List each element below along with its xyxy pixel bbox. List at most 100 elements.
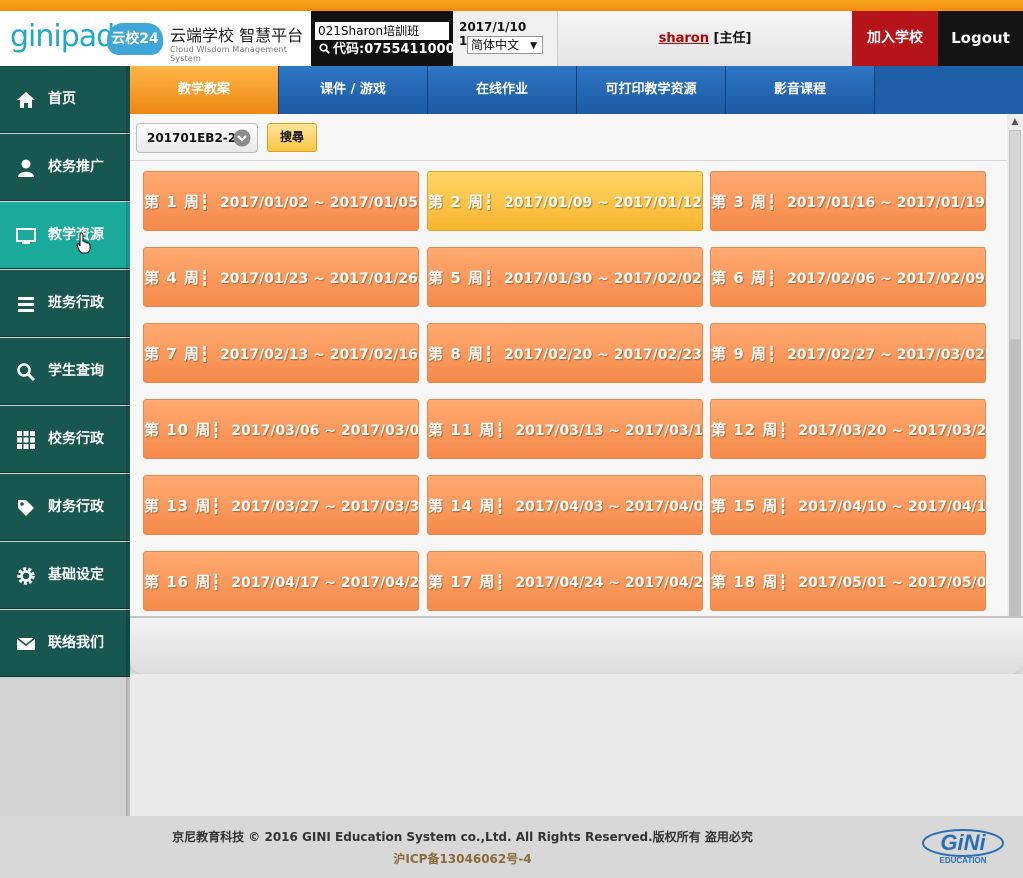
week-button[interactable]: 第 3 周┇ 2017/01/16 ~ 2017/01/19 xyxy=(710,171,986,231)
chevron-down-icon xyxy=(233,129,251,147)
scroll-up-arrow-icon[interactable]: ▲ xyxy=(1007,114,1023,130)
week-label: 第 17 周┇ xyxy=(428,573,506,591)
week-label: 第 5 周┇ xyxy=(428,269,495,287)
icp-record[interactable]: 沪ICP备13046062号-4 xyxy=(0,850,925,867)
week-label: 第 18 周┇ xyxy=(711,573,789,591)
week-button[interactable]: 第 6 周┇ 2017/02/06 ~ 2017/02/09 xyxy=(710,247,986,307)
week-date-range: 2017/04/24 ~ 2017/04/27 xyxy=(515,575,703,591)
week-date-range: 2017/04/03 ~ 2017/04/06 xyxy=(515,499,703,515)
sidebar-item-basic-settings[interactable]: 基础设定 xyxy=(0,542,130,609)
language-select[interactable]: 简体中文 ▼ xyxy=(467,36,543,54)
scroll-track-lower[interactable] xyxy=(1009,340,1021,616)
tab-video-courses[interactable]: 影音课程 xyxy=(726,66,875,114)
week-button[interactable]: 第 9 周┇ 2017/02/27 ~ 2017/03/02 xyxy=(710,323,986,383)
footer: 京尼教育科技 © 2016 GINI Education System co.,… xyxy=(0,816,1023,878)
class-name: 021Sharon培訓班 xyxy=(315,22,449,40)
class-filter-select[interactable]: 201701EB2-2 xyxy=(136,123,258,153)
cloud-badge-text: 云校24 xyxy=(111,31,159,47)
hand-cursor-icon xyxy=(76,232,91,254)
logo-area[interactable]: ginipad 云校24 云端学校 智慧平台 Cloud Wisdom Mana… xyxy=(0,11,311,66)
search-button[interactable]: 搜尋 xyxy=(267,123,317,152)
week-button[interactable]: 第 13 周┇ 2017/03/27 ~ 2017/03/30 xyxy=(143,475,419,535)
tab-courseware-games[interactable]: 课件 / 游戏 xyxy=(279,66,428,114)
week-button[interactable]: 第 10 周┇ 2017/03/06 ~ 2017/03/09 xyxy=(143,399,419,459)
week-label: 第 14 周┇ xyxy=(428,497,506,515)
tab-bar: 教学教案 课件 / 游戏 在线作业 可打印教学资源 影音课程 xyxy=(130,66,1023,114)
week-button[interactable]: 第 5 周┇ 2017/01/30 ~ 2017/02/02 xyxy=(427,247,703,307)
mail-icon xyxy=(16,637,36,650)
sidebar-item-label: 学生查询 xyxy=(48,363,104,379)
sidebar-item-label: 联络我们 xyxy=(48,635,104,651)
time-language-box: 2017/1/10 16:31 简体中文 ▼ xyxy=(453,11,558,66)
week-label: 第 6 周┇ xyxy=(711,269,778,287)
week-date-range: 2017/04/10 ~ 2017/04/13 xyxy=(798,499,986,515)
content-bottom-panel xyxy=(130,616,1023,674)
week-date-range: 2017/01/16 ~ 2017/01/19 xyxy=(787,195,985,211)
sidebar-item-home[interactable]: 首页 xyxy=(0,66,130,133)
class-info: 021Sharon培訓班 代码:0755411000 xyxy=(311,11,455,66)
week-button[interactable]: 第 18 周┇ 2017/05/01 ~ 2017/05/04 xyxy=(710,551,986,611)
gini-logo-sub: EDUCATION xyxy=(940,856,987,865)
scroll-thumb[interactable] xyxy=(1009,130,1021,340)
copyright-text: 京尼教育科技 © 2016 GINI Education System co.,… xyxy=(172,830,753,844)
user-name-link[interactable]: sharon xyxy=(659,31,709,46)
user-icon xyxy=(18,159,34,177)
week-date-range: 2017/01/30 ~ 2017/02/02 xyxy=(504,271,702,287)
scrollbar[interactable]: ▲ xyxy=(1007,114,1023,616)
week-date-range: 2017/01/09 ~ 2017/01/12 xyxy=(504,195,702,211)
week-date-range: 2017/02/13 ~ 2017/02/16 xyxy=(220,347,418,363)
monitor-icon xyxy=(16,228,36,244)
week-button[interactable]: 第 14 周┇ 2017/04/03 ~ 2017/04/06 xyxy=(427,475,703,535)
week-date-range: 2017/03/27 ~ 2017/03/30 xyxy=(231,499,419,515)
week-label: 第 13 周┇ xyxy=(144,497,222,515)
week-button[interactable]: 第 7 周┇ 2017/02/13 ~ 2017/02/16 xyxy=(143,323,419,383)
week-label: 第 10 周┇ xyxy=(144,421,222,439)
magnifier-icon xyxy=(319,43,330,54)
sidebar-item-contact[interactable]: 联络我们 xyxy=(0,610,130,677)
school-code-text: 代码:0755411000 xyxy=(333,42,455,57)
sidebar-item-student-search[interactable]: 学生查询 xyxy=(0,338,130,405)
week-date-range: 2017/02/06 ~ 2017/02/09 xyxy=(787,271,985,287)
week-button[interactable]: 第 16 周┇ 2017/04/17 ~ 2017/04/20 xyxy=(143,551,419,611)
sidebar-item-label: 校务推广 xyxy=(48,159,104,175)
header: ginipad 云校24 云端学校 智慧平台 Cloud Wisdom Mana… xyxy=(0,11,1023,66)
join-school-button[interactable]: 加入学校 xyxy=(852,11,938,66)
tab-lesson-plans[interactable]: 教学教案 xyxy=(130,66,279,114)
sidebar: 首页 校务推广 教学资源 班务行政 学生查询 校务行政 财务行政 基础设定 联络… xyxy=(0,66,130,816)
tab-printable-resources[interactable]: 可打印教学资源 xyxy=(577,66,726,114)
sidebar-item-label: 财务行政 xyxy=(48,499,104,515)
week-date-range: 2017/02/20 ~ 2017/02/23 xyxy=(504,347,702,363)
sidebar-item-teaching-resources[interactable]: 教学资源 xyxy=(0,202,130,269)
gini-logo-text: GiNi xyxy=(940,830,986,855)
sidebar-item-finance[interactable]: 财务行政 xyxy=(0,474,130,541)
logout-button[interactable]: Logout xyxy=(938,11,1023,66)
week-button[interactable]: 第 2 周┇ 2017/01/09 ~ 2017/01/12 xyxy=(427,171,703,231)
week-button[interactable]: 第 11 周┇ 2017/03/13 ~ 2017/03/16 xyxy=(427,399,703,459)
sidebar-item-label: 班务行政 xyxy=(48,295,104,311)
week-date-range: 2017/05/01 ~ 2017/05/04 xyxy=(798,575,986,591)
week-button[interactable]: 第 8 周┇ 2017/02/20 ~ 2017/02/23 xyxy=(427,323,703,383)
platform-title: 云端学校 智慧平台 xyxy=(170,26,304,45)
sidebar-item-label: 首页 xyxy=(48,91,76,107)
sidebar-item-school-admin[interactable]: 校务行政 xyxy=(0,406,130,473)
user-role: [主任] xyxy=(713,31,752,46)
grid-icon xyxy=(17,431,35,449)
school-code: 代码:0755411000 xyxy=(319,41,455,59)
cloud-badge-icon: 云校24 xyxy=(107,23,163,55)
tag-icon xyxy=(18,500,34,516)
tab-online-homework[interactable]: 在线作业 xyxy=(428,66,577,114)
week-label: 第 4 周┇ xyxy=(144,269,211,287)
sidebar-item-promotion[interactable]: 校务推广 xyxy=(0,134,130,201)
week-button[interactable]: 第 4 周┇ 2017/01/23 ~ 2017/01/26 xyxy=(143,247,419,307)
top-accent-strip xyxy=(0,0,1023,11)
week-button[interactable]: 第 17 周┇ 2017/04/24 ~ 2017/04/27 xyxy=(427,551,703,611)
week-date-range: 2017/02/27 ~ 2017/03/02 xyxy=(787,347,985,363)
ginipad-logo: ginipad xyxy=(10,19,115,54)
week-button[interactable]: 第 1 周┇ 2017/01/02 ~ 2017/01/05 xyxy=(143,171,419,231)
week-button[interactable]: 第 15 周┇ 2017/04/10 ~ 2017/04/13 xyxy=(710,475,986,535)
sidebar-item-class-admin[interactable]: 班务行政 xyxy=(0,270,130,337)
content-divider xyxy=(130,160,1007,161)
week-date-range: 2017/03/06 ~ 2017/03/09 xyxy=(231,423,419,439)
week-label: 第 15 周┇ xyxy=(711,497,789,515)
week-button[interactable]: 第 12 周┇ 2017/03/20 ~ 2017/03/23 xyxy=(710,399,986,459)
